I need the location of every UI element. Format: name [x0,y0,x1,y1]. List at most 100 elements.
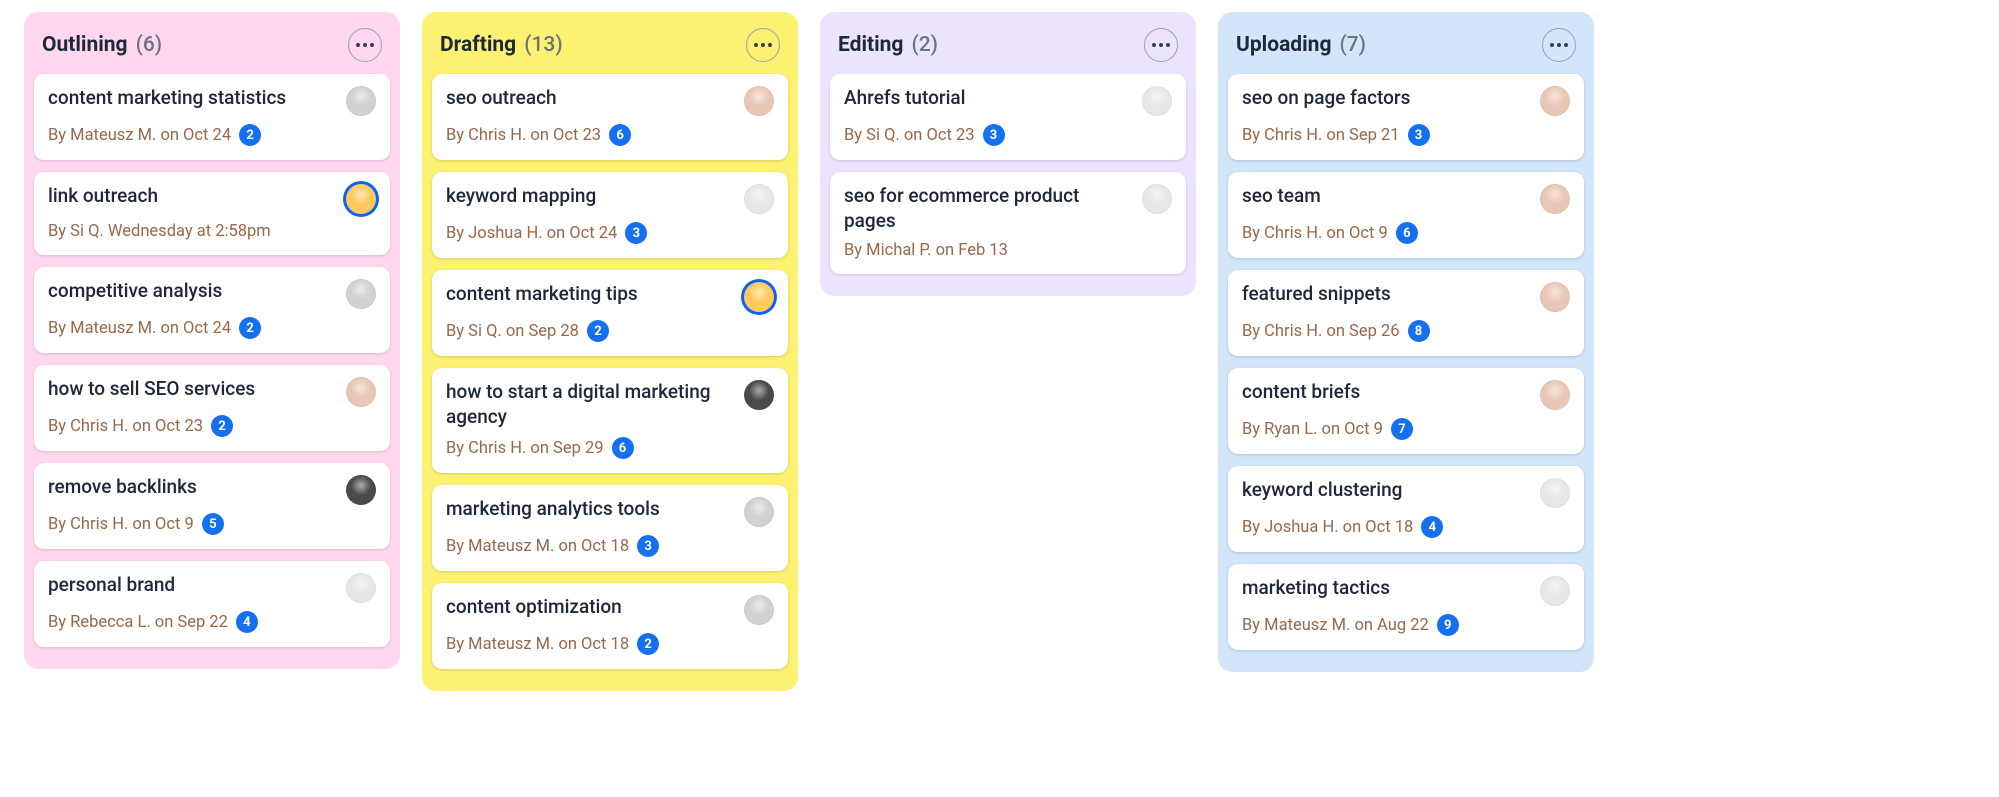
card-title: content marketing tips [446,282,638,307]
assignee-avatar [1540,86,1570,116]
card-title: content briefs [1242,380,1360,405]
assignee-avatar [1142,184,1172,214]
comment-count-badge: 4 [236,611,258,633]
comment-count-badge: 5 [202,513,224,535]
card-title: competitive analysis [48,279,222,304]
card-title: featured snippets [1242,282,1391,307]
assignee-avatar [346,184,376,214]
card-list: seo outreachBy Chris H. on Oct 236 keywor… [432,74,788,669]
assignee-avatar [1540,184,1570,214]
card-head: remove backlinks [48,475,376,505]
task-card[interactable]: link outreachBy Si Q. Wednesday at 2:58p… [34,172,390,255]
assignee-avatar [1540,576,1570,606]
card-meta: By Rebecca L. on Sep 22 4 [48,611,376,633]
assignee-avatar [346,86,376,116]
card-byline: By Chris H. on Sep 29 [446,439,604,458]
card-head: marketing analytics tools [446,497,774,527]
more-icon [1550,43,1568,47]
card-title: keyword mapping [446,184,596,209]
column-outlining: Outlining (6) content marketing statisti… [24,12,400,669]
card-head: content marketing statistics [48,86,376,116]
card-meta: By Si Q. on Sep 28 2 [446,320,774,342]
card-head: content optimization [446,595,774,625]
comment-count-badge: 4 [1421,516,1443,538]
task-card[interactable]: seo outreachBy Chris H. on Oct 236 [432,74,788,160]
card-byline: By Mateusz M. on Oct 24 [48,319,231,338]
comment-count-badge: 2 [587,320,609,342]
card-title: personal brand [48,573,175,598]
card-title: seo for ecommerce product pages [844,184,1132,233]
card-byline: By Si Q. on Oct 23 [844,126,975,145]
column-more-button[interactable] [746,28,780,62]
assignee-avatar [1142,86,1172,116]
task-card[interactable]: keyword clustering By Joshua H. on Oct 18… [1228,466,1584,552]
card-byline: By Si Q. on Sep 28 [446,322,579,341]
task-card[interactable]: remove backlinks By Chris H. on Oct 9 5 [34,463,390,549]
card-byline: By Chris H. on Sep 21 [1242,126,1400,145]
task-card[interactable]: marketing tactics By Mateusz M. on Aug 22… [1228,564,1584,650]
comment-count-badge: 8 [1408,320,1430,342]
task-card[interactable]: content optimizationBy Mateusz M. on Oct… [432,583,788,669]
card-byline: By Chris H. on Sep 26 [1242,322,1400,341]
comment-count-badge: 6 [1396,222,1418,244]
task-card[interactable]: Ahrefs tutorialBy Si Q. on Oct 233 [830,74,1186,160]
column-header: Outlining (6) [34,24,390,74]
more-icon [1152,43,1170,47]
card-meta: By Chris H. on Oct 23 2 [48,415,376,437]
task-card[interactable]: competitive analysis By Mateusz M. on Oct… [34,267,390,353]
card-byline: By Rebecca L. on Sep 22 [48,613,228,632]
column-title: Editing [838,33,903,57]
task-card[interactable]: seo teamBy Chris H. on Oct 96 [1228,172,1584,258]
card-meta: By Chris H. on Sep 26 8 [1242,320,1570,342]
card-title: keyword clustering [1242,478,1402,503]
task-card[interactable]: content briefs By Ryan L. on Oct 97 [1228,368,1584,454]
card-head: featured snippets [1242,282,1570,312]
card-meta: By Mateusz M. on Oct 18 3 [446,535,774,557]
card-head: seo outreach [446,86,774,116]
comment-count-badge: 2 [211,415,233,437]
card-byline: By Chris H. on Oct 9 [48,515,194,534]
column-editing: Editing (2) Ahrefs tutorialBy Si Q. on O… [820,12,1196,296]
card-byline: By Mateusz M. on Oct 18 [446,537,629,556]
card-byline: By Chris H. on Oct 23 [48,417,203,436]
card-title: seo outreach [446,86,557,111]
task-card[interactable]: content marketing statisticsBy Mateusz M… [34,74,390,160]
assignee-avatar [744,595,774,625]
card-head: personal brand [48,573,376,603]
task-card[interactable]: featured snippets By Chris H. on Sep 26 8 [1228,270,1584,356]
card-byline: By Chris H. on Oct 9 [1242,224,1388,243]
comment-count-badge: 3 [637,535,659,557]
card-meta: By Mateusz M. on Oct 24 2 [48,317,376,339]
task-card[interactable]: how to sell SEO services By Chris H. on O… [34,365,390,451]
card-head: seo on page factors [1242,86,1570,116]
task-card[interactable]: keyword mapping By Joshua H. on Oct 243 [432,172,788,258]
card-meta: By Mateusz M. on Aug 229 [1242,614,1570,636]
kanban-board: Outlining (6) content marketing statisti… [24,12,1975,691]
task-card[interactable]: marketing analytics tools By Mateusz M. o… [432,485,788,571]
card-meta: By Joshua H. on Oct 243 [446,222,774,244]
card-byline: By Joshua H. on Oct 18 [1242,518,1413,537]
column-more-button[interactable] [1144,28,1178,62]
card-head: marketing tactics [1242,576,1570,606]
column-count: (13) [524,33,562,57]
task-card[interactable]: content marketing tips By Si Q. on Sep 28… [432,270,788,356]
column-title-wrap: Drafting (13) [440,33,563,57]
card-head: keyword mapping [446,184,774,214]
card-byline: By Ryan L. on Oct 9 [1242,420,1383,439]
column-more-button[interactable] [348,28,382,62]
card-title: marketing tactics [1242,576,1390,601]
card-meta: By Joshua H. on Oct 18 4 [1242,516,1570,538]
card-title: seo on page factors [1242,86,1410,111]
task-card[interactable]: seo for ecommerce product pagesBy Michal… [830,172,1186,274]
column-header: Drafting (13) [432,24,788,74]
card-meta: By Ryan L. on Oct 97 [1242,418,1570,440]
task-card[interactable]: how to start a digital marketing agencyB… [432,368,788,473]
column-title: Outlining [42,33,128,57]
comment-count-badge: 3 [983,124,1005,146]
column-more-button[interactable] [1542,28,1576,62]
card-title: content optimization [446,595,622,620]
task-card[interactable]: personal brand By Rebecca L. on Sep 22 4 [34,561,390,647]
task-card[interactable]: seo on page factors By Chris H. on Sep 21… [1228,74,1584,160]
card-head: how to sell SEO services [48,377,376,407]
comment-count-badge: 2 [239,317,261,339]
